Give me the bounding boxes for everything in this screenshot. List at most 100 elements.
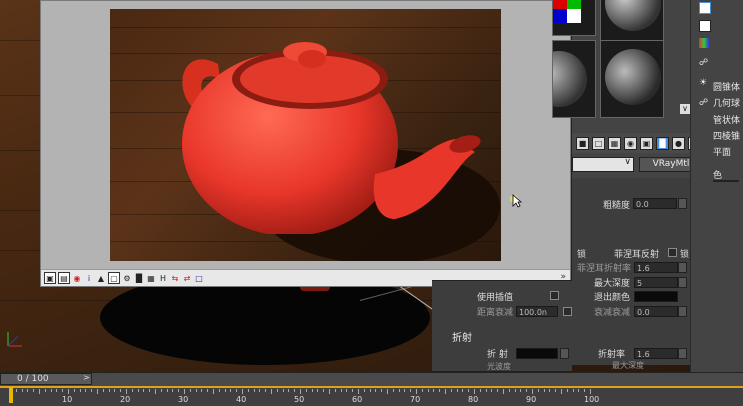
rendered-frame-window[interactable]: ▣ ▤ ◉ i ▲ ▢ ⚙ █ ▦ H ⇆ ⇄ □ » <box>40 0 571 287</box>
ruler-tick <box>27 389 29 392</box>
ruler-tick <box>404 389 406 392</box>
make-unique-icon[interactable]: ▣ <box>640 136 653 150</box>
exit-color-label: 退出颜色 <box>594 293 631 303</box>
ruler-tick <box>73 389 75 392</box>
material-slot[interactable] <box>600 40 664 118</box>
reset-material-icon[interactable]: ◉ <box>624 136 637 150</box>
lock-label: 锁 <box>577 250 587 260</box>
ruler-tick <box>358 389 359 394</box>
compare-icon[interactable]: ⇄ <box>182 273 192 283</box>
material-properties: 粗糙度 0.0 锁 菲涅耳反射 锁 菲涅耳折射率 1.6 最大深度 5 退出颜色… <box>572 178 707 370</box>
falloff-spinner[interactable] <box>678 306 687 317</box>
ior-input[interactable]: 1.6 <box>634 348 678 359</box>
material-slot[interactable] <box>552 40 596 118</box>
select-icon[interactable] <box>699 2 711 14</box>
h-icon[interactable]: H <box>158 273 168 283</box>
refraction-map-button[interactable] <box>560 348 569 359</box>
ruler-tick <box>566 389 568 392</box>
alpha-icon[interactable]: ▲ <box>96 273 106 283</box>
refraction-label: 折 射 <box>487 350 508 360</box>
chevron-down-icon[interactable]: ∨ <box>680 104 690 114</box>
time-slider[interactable]: 0 / 100 <box>0 373 92 385</box>
max-depth-spinner[interactable] <box>678 277 687 288</box>
use-interp-checkbox[interactable] <box>550 291 559 300</box>
ruler-tick <box>189 389 191 392</box>
refraction-section-title[interactable]: 折射 <box>452 329 472 344</box>
material-slot[interactable] <box>552 0 596 36</box>
light-icon[interactable]: ☀ <box>699 78 711 88</box>
info-icon[interactable]: i <box>84 273 94 283</box>
put-material-icon[interactable]: □ <box>592 136 605 150</box>
material-toolbar: ■ □ ▦ ◉ ▣ █ ● ● <box>572 133 707 153</box>
fresnel-ior-spinner[interactable] <box>678 262 687 273</box>
falloff-input[interactable]: 0.0 <box>634 306 678 317</box>
material-slot[interactable] <box>600 0 664 42</box>
cone-button[interactable]: 圆锥体 <box>713 80 740 93</box>
refraction-color-swatch[interactable] <box>516 348 558 359</box>
ruler-tick <box>184 389 185 394</box>
box-icon[interactable] <box>699 20 711 32</box>
ruler-tick <box>346 389 348 392</box>
ruler-tick <box>137 389 139 392</box>
stamp-icon[interactable]: □ <box>194 273 204 283</box>
assign-material-icon[interactable]: ▦ <box>608 136 621 150</box>
region-icon[interactable]: ⚙ <box>122 273 132 283</box>
dist-falloff-checkbox[interactable] <box>563 307 572 316</box>
image-icon[interactable]: ▣ <box>44 272 56 284</box>
refl-partial-label: 光波度 <box>487 362 511 371</box>
glossiness-spinner[interactable] <box>678 198 687 209</box>
ruler-tick <box>160 389 162 392</box>
fresnel-ior-input[interactable]: 1.6 <box>634 262 678 273</box>
ruler-tick <box>485 389 487 392</box>
link-icon[interactable]: ☍ <box>699 58 711 68</box>
ruler-tick <box>578 389 580 392</box>
glossiness-input[interactable]: 0.0 <box>633 198 677 209</box>
ruler-tick <box>590 389 591 394</box>
ruler-tick <box>572 389 574 392</box>
dist-falloff-input[interactable]: 100.0n <box>516 306 558 317</box>
time-marker[interactable] <box>9 387 13 403</box>
ruler-tick <box>381 389 383 392</box>
tube-button[interactable]: 管状体 <box>713 113 740 126</box>
lut-icon[interactable]: ▦ <box>146 273 156 283</box>
pyramid-button[interactable]: 四棱锥 <box>713 129 740 142</box>
exit-color-swatch[interactable] <box>634 291 678 302</box>
ruler-tick <box>532 389 533 394</box>
color-icon[interactable]: ▢ <box>108 272 120 284</box>
ruler-tick <box>44 389 46 392</box>
next-frame-button[interactable]: > <box>83 373 93 385</box>
palette-icon[interactable] <box>699 38 709 48</box>
get-material-icon[interactable]: ■ <box>576 136 589 150</box>
ruler-tick <box>33 389 35 392</box>
ruler-tick <box>369 389 371 392</box>
geosphere-button[interactable]: 几何球 <box>713 96 740 109</box>
camera-icon[interactable]: ☍ <box>699 98 711 108</box>
plane-button[interactable]: 平面 <box>713 145 731 158</box>
falloff-label: 衰减衰减 <box>594 308 631 318</box>
ruler-tick <box>468 389 470 392</box>
use-interp-label: 使用插值 <box>477 293 514 303</box>
histogram-icon[interactable]: █ <box>134 273 144 283</box>
show-end-icon[interactable]: ● <box>672 136 685 150</box>
show-map-icon[interactable]: █ <box>656 136 669 150</box>
channel-icon[interactable]: ◉ <box>72 273 82 283</box>
time-ruler[interactable]: 10 20 30 40 50 60 70 80 90 100 <box>0 386 743 406</box>
lock-label-2: 锁 <box>680 250 690 260</box>
ruler-line <box>0 386 743 388</box>
ior-spinner[interactable] <box>678 348 687 359</box>
link-icon[interactable]: ⇆ <box>170 273 180 283</box>
ruler-tick-label: 70 <box>410 395 421 404</box>
ruler-tick <box>427 389 429 392</box>
ruler-tick <box>242 389 243 394</box>
ruler-tick <box>363 389 365 392</box>
ruler-tick <box>491 389 493 392</box>
material-name-dropdown[interactable]: ∨ <box>572 157 634 172</box>
render-output <box>110 9 501 261</box>
frame-icon[interactable]: ▤ <box>58 272 70 284</box>
ruler-tick <box>126 389 127 394</box>
command-panel: ☍ ☀ 圆锥体 ☍ 几何球 管状体 四棱锥 平面 色 <box>690 0 743 372</box>
fresnel-checkbox[interactable] <box>668 248 677 257</box>
ruler-tick <box>323 389 325 392</box>
ruler-tick <box>334 389 336 392</box>
max-depth-input[interactable]: 5 <box>634 277 678 288</box>
